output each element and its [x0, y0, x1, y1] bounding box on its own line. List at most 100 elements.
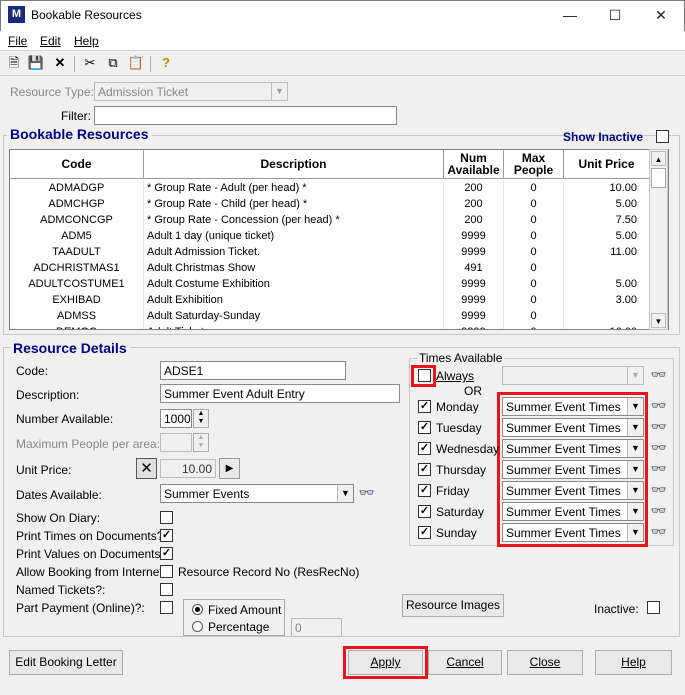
chevron-down-icon[interactable]: ▼ — [271, 83, 287, 100]
always-select[interactable] — [502, 366, 644, 385]
sunday-checkbox[interactable]: ✓ — [418, 526, 431, 539]
dates-available-select[interactable]: Summer Events — [160, 484, 354, 503]
description-input[interactable]: Summer Event Adult Entry — [160, 384, 400, 403]
minimize-button[interactable]: — — [547, 0, 593, 30]
cancel-button[interactable]: Cancel — [428, 650, 502, 675]
table-row[interactable]: DEMOCAdult Ticket9999016.00 — [10, 324, 650, 329]
table-row[interactable]: TAADULT Adult Admission Ticket. 9999 0 11.00 — [10, 244, 650, 260]
close-icon[interactable]: ✕ — [136, 458, 157, 479]
column-header-description[interactable]: Description — [144, 150, 444, 179]
max-people-input[interactable] — [160, 433, 192, 452]
chevron-down-icon[interactable]: ▼ — [627, 503, 643, 520]
chevron-down-icon[interactable]: ▼ — [627, 367, 643, 384]
table-row[interactable]: ADMCONCGP * Group Rate - Concession (per … — [10, 212, 650, 228]
tuesday-checkbox[interactable]: ✓ — [418, 421, 431, 434]
column-header-unit-price[interactable]: Unit Price — [564, 150, 650, 179]
monday-times-select[interactable]: Summer Event Times — [502, 397, 644, 416]
chevron-down-icon[interactable]: ▼ — [627, 524, 643, 541]
table-row[interactable]: ADMADGP * Group Rate - Adult (per head) *… — [10, 180, 650, 196]
glasses-icon[interactable]: 👓 — [358, 484, 376, 502]
wednesday-checkbox[interactable]: ✓ — [418, 442, 431, 455]
column-header-num-available[interactable]: Num Available — [444, 150, 504, 179]
help-button[interactable]: Help — [595, 650, 672, 675]
wednesday-times-select[interactable]: Summer Event Times — [502, 439, 644, 458]
chevron-down-icon[interactable]: ▼ — [627, 482, 643, 499]
glasses-icon[interactable]: 👓 — [650, 502, 668, 520]
column-header-max-people[interactable]: Max People — [504, 150, 564, 179]
scroll-down-icon[interactable]: ▼ — [651, 313, 666, 328]
table-row[interactable]: EXHIBAD Adult Exhibition 9999 0 3.00 — [10, 292, 650, 308]
fixed-amount-radio[interactable] — [192, 604, 203, 615]
save-icon[interactable]: 💾 — [27, 54, 45, 72]
filter-input[interactable] — [94, 106, 397, 125]
resource-images-button[interactable]: Resource Images — [402, 594, 504, 617]
table-row[interactable]: ADMSS Adult Saturday-Sunday 9999 0 — [10, 308, 650, 324]
saturday-checkbox[interactable]: ✓ — [418, 505, 431, 518]
always-checkbox[interactable] — [418, 369, 431, 382]
table-cell: * Group Rate - Child (per head) * — [144, 196, 444, 212]
scroll-thumb[interactable] — [651, 168, 666, 188]
saturday-times-select[interactable]: Summer Event Times — [502, 502, 644, 521]
close-window-button[interactable]: ✕ — [638, 0, 684, 30]
menu-edit[interactable]: Edit — [40, 34, 61, 48]
cut-icon[interactable]: ✂ — [81, 54, 99, 72]
chevron-down-icon[interactable]: ▼ — [627, 398, 643, 415]
copy-icon[interactable]: ⧉ — [104, 54, 122, 72]
print-values-checkbox[interactable]: ✓ — [160, 547, 173, 560]
column-header-code[interactable]: Code — [10, 150, 144, 179]
number-available-stepper[interactable]: ▲ ▼ — [193, 409, 209, 428]
allow-booking-checkbox[interactable] — [160, 565, 173, 578]
chevron-down-icon[interactable]: ▼ — [627, 419, 643, 436]
tuesday-times-select[interactable]: Summer Event Times — [502, 418, 644, 437]
number-available-input[interactable]: 1000 — [160, 409, 192, 428]
table-row[interactable]: ADMCHGP * Group Rate - Child (per head) *… — [10, 196, 650, 212]
chevron-down-icon[interactable]: ▼ — [627, 461, 643, 478]
scroll-up-icon[interactable]: ▲ — [651, 151, 666, 166]
paste-icon[interactable]: 📋 — [127, 54, 145, 72]
glasses-icon[interactable]: 👓 — [650, 418, 668, 436]
monday-checkbox[interactable]: ✓ — [418, 400, 431, 413]
menu-help[interactable]: Help — [74, 34, 99, 48]
thursday-times-select[interactable]: Summer Event Times — [502, 460, 644, 479]
unit-price-input[interactable]: 10.00 — [160, 459, 216, 478]
play-icon[interactable]: ▶ — [219, 458, 240, 479]
glasses-icon[interactable]: 👓 — [650, 460, 668, 478]
chevron-down-icon[interactable]: ▼ — [337, 485, 353, 502]
percentage-input[interactable]: 0 — [291, 618, 342, 637]
glasses-icon[interactable]: 👓 — [650, 366, 668, 384]
max-people-stepper[interactable]: ▲ ▼ — [193, 433, 209, 452]
table-cell: 9999 — [444, 276, 504, 292]
friday-times-select[interactable]: Summer Event Times — [502, 481, 644, 500]
glasses-icon[interactable]: 👓 — [650, 397, 668, 415]
help-question-icon[interactable]: ? — [157, 54, 175, 72]
print-times-checkbox[interactable]: ✓ — [160, 529, 173, 542]
maximize-button[interactable]: ☐ — [592, 0, 638, 30]
resource-details-title: Resource Details — [10, 340, 130, 356]
percentage-radio[interactable] — [192, 621, 203, 632]
named-tickets-checkbox[interactable] — [160, 583, 173, 596]
apply-button[interactable]: Apply — [348, 650, 423, 675]
new-document-icon[interactable]: 🗎 — [5, 54, 23, 72]
part-payment-checkbox[interactable] — [160, 601, 173, 614]
show-inactive-checkbox[interactable] — [656, 130, 669, 143]
chevron-down-icon[interactable]: ▼ — [627, 440, 643, 457]
code-input[interactable]: ADSE1 — [160, 361, 346, 380]
glasses-icon[interactable]: 👓 — [650, 439, 668, 457]
friday-checkbox[interactable]: ✓ — [418, 484, 431, 497]
inactive-checkbox[interactable] — [647, 601, 660, 614]
table-scrollbar[interactable]: ▲ ▼ — [649, 149, 668, 330]
show-on-diary-checkbox[interactable] — [160, 511, 173, 524]
resource-type-select[interactable]: Admission Ticket — [94, 82, 288, 101]
table-row[interactable]: ADULTCOSTUME1 Adult Costume Exhibition 999… — [10, 276, 650, 292]
menu-file[interactable]: File — [8, 34, 27, 48]
table-cell: ADULTCOSTUME1 — [10, 276, 144, 292]
sunday-times-select[interactable]: Summer Event Times — [502, 523, 644, 542]
delete-icon[interactable]: ✕ — [51, 54, 69, 72]
thursday-checkbox[interactable]: ✓ — [418, 463, 431, 476]
table-row[interactable]: ADM5 Adult 1 day (unique ticket) 9999 0 5.00 — [10, 228, 650, 244]
table-row[interactable]: ADCHRISTMAS1 Adult Christmas Show 491 0 — [10, 260, 650, 276]
glasses-icon[interactable]: 👓 — [650, 523, 668, 541]
glasses-icon[interactable]: 👓 — [650, 481, 668, 499]
edit-booking-letter-button[interactable]: Edit Booking Letter — [9, 650, 123, 675]
close-button[interactable]: Close — [507, 650, 583, 675]
